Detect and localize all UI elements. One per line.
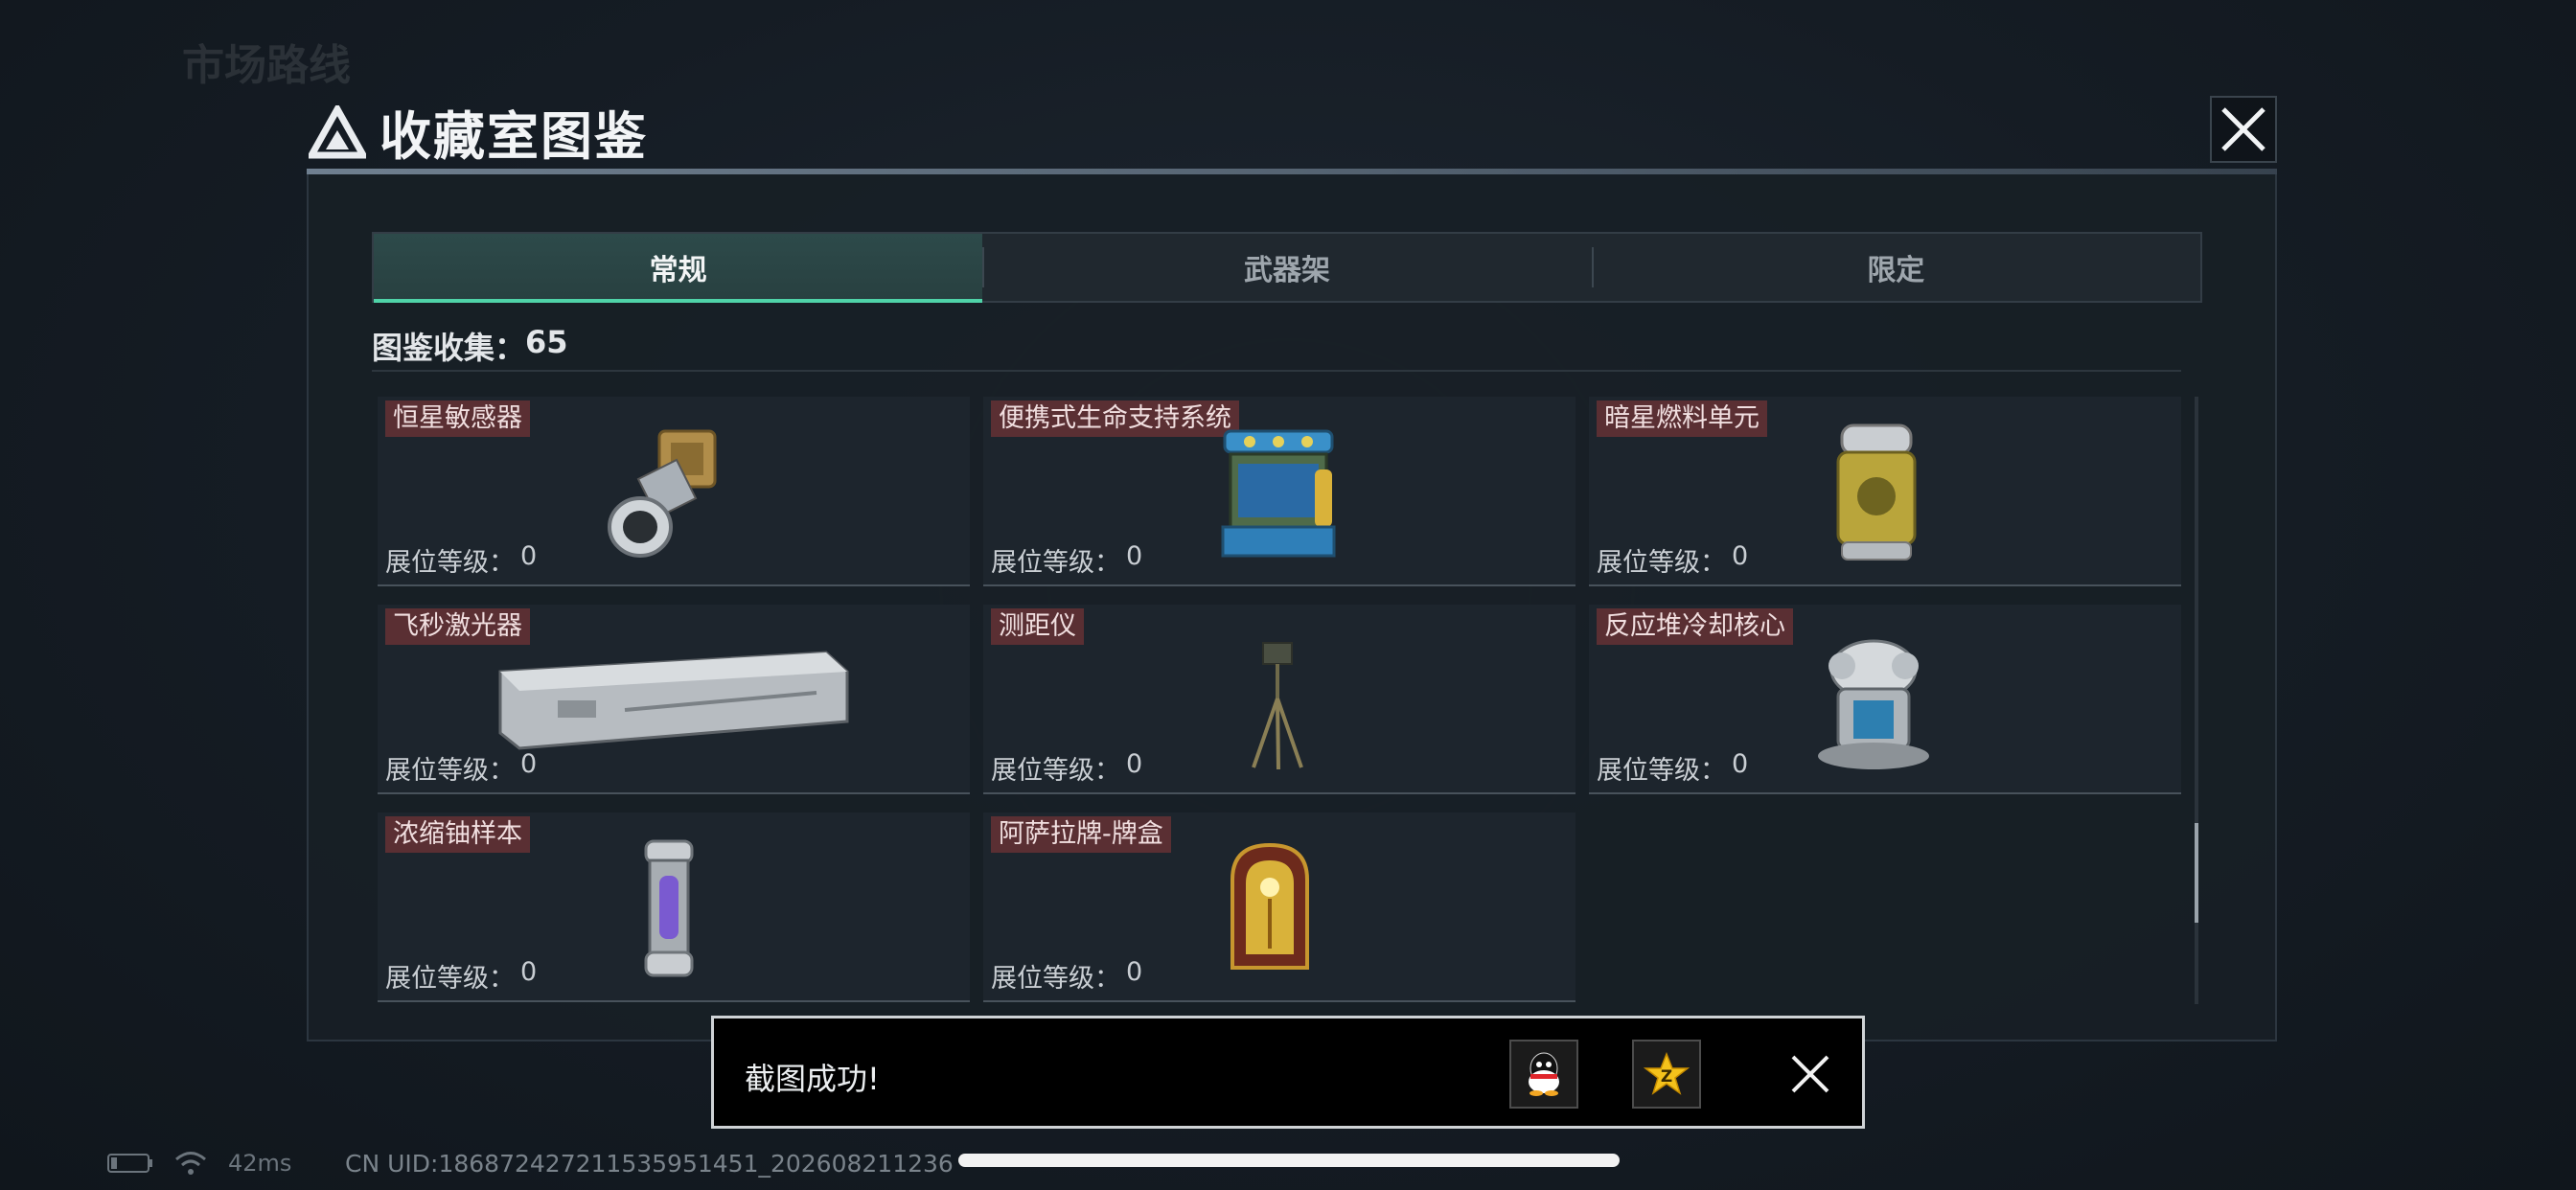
tab-weapon-rack[interactable]: 武器架 [982, 234, 1591, 301]
item-name: 暗星燃料单元 [1597, 400, 1767, 437]
booth-level-label: 展位等级： [991, 756, 1120, 786]
item-card[interactable]: 阿萨拉牌-牌盒 展位等级： 0 [983, 812, 1576, 1002]
booth-level-value: 0 [1126, 541, 1143, 571]
booth-level-label: 展位等级： [385, 964, 515, 994]
collection-summary: 图鉴收集： 65 [372, 324, 568, 368]
qzone-icon: Z [1644, 1052, 1690, 1095]
item-name: 阿萨拉牌-牌盒 [991, 816, 1171, 853]
toast-close-button[interactable] [1785, 1049, 1835, 1099]
close-modal-button[interactable] [2210, 96, 2277, 163]
card-box-icon [1230, 842, 1309, 970]
booth-level: 展位等级： 0 [385, 749, 537, 787]
item-name: 恒星敏感器 [385, 400, 530, 437]
scrollbar-thumb[interactable] [2195, 823, 2198, 923]
modal-title: 收藏室图鉴 [380, 106, 648, 167]
player-uid: CN UID:1868724272115359514⁠51_2026082112… [345, 1150, 954, 1178]
booth-level: 展位等级： 0 [991, 541, 1142, 579]
screen: 市场路线 收藏室图鉴 常规 武器架 限定 图鉴收集： 65 恒星敏感器 展位等级… [0, 0, 2576, 1190]
title-divider [307, 169, 2277, 174]
close-icon [1791, 1055, 1829, 1093]
uranium-sample-icon [644, 839, 694, 977]
item-name: 反应堆冷却核心 [1597, 608, 1793, 645]
item-card[interactable]: 飞秒激光器 展位等级： 0 [378, 605, 970, 794]
booth-level-label: 展位等级： [385, 548, 515, 578]
qq-icon [1529, 1052, 1559, 1096]
reactor-core-icon [1818, 639, 1929, 769]
grid-scrollbar[interactable] [2195, 397, 2198, 1004]
screenshot-toast: 截图成功! Z [711, 1016, 1865, 1129]
toast-message: 截图成功! [745, 1061, 880, 1097]
home-indicator[interactable] [958, 1154, 1620, 1167]
item-name: 测距仪 [991, 608, 1084, 645]
ping-value: 42ms [228, 1150, 292, 1177]
rangefinder-icon [1252, 642, 1303, 770]
booth-level: 展位等级： 0 [991, 749, 1142, 787]
wifi-icon [175, 1152, 206, 1175]
delta-logo-icon [309, 104, 366, 158]
collection-label: 图鉴收集： [372, 330, 526, 366]
star-sensor-icon [608, 429, 717, 558]
category-tabs: 常规 武器架 限定 [372, 232, 2202, 303]
booth-level-label: 展位等级： [385, 756, 515, 786]
item-name: 浓缩铀样本 [385, 816, 530, 853]
booth-level: 展位等级： 0 [991, 957, 1142, 995]
booth-level: 展位等级： 0 [385, 541, 537, 579]
fuel-cell-icon [1836, 423, 1917, 561]
item-card[interactable]: 暗星燃料单元 展位等级： 0 [1589, 397, 2181, 586]
share-qq-button[interactable] [1509, 1040, 1578, 1109]
life-support-icon [1221, 429, 1336, 558]
item-card[interactable]: 恒星敏感器 展位等级： 0 [378, 397, 970, 586]
booth-level: 展位等级： 0 [1597, 749, 1748, 787]
booth-level-value: 0 [1732, 541, 1749, 571]
item-card[interactable]: 便携式生命支持系统 展位等级： 0 [983, 397, 1576, 586]
booth-level-value: 0 [520, 541, 538, 571]
battery-icon [107, 1154, 152, 1173]
booth-level-value: 0 [1126, 957, 1143, 987]
tab-regular[interactable]: 常规 [374, 234, 983, 303]
item-card[interactable]: 测距仪 展位等级： 0 [983, 605, 1576, 794]
collection-count: 65 [525, 324, 568, 360]
booth-level-label: 展位等级： [1597, 756, 1726, 786]
share-qzone-button[interactable]: Z [1632, 1040, 1701, 1109]
booth-level-label: 展位等级： [991, 548, 1120, 578]
booth-level: 展位等级： 0 [385, 957, 537, 995]
svg-text:Z: Z [1661, 1067, 1672, 1087]
booth-level: 展位等级： 0 [1597, 541, 1748, 579]
background-hint: 市场路线 [182, 41, 351, 90]
booth-level-value: 0 [1126, 749, 1143, 779]
item-card[interactable]: 浓缩铀样本 展位等级： 0 [378, 812, 970, 1002]
booth-level-value: 0 [520, 749, 538, 779]
item-name: 便携式生命支持系统 [991, 400, 1239, 437]
modal-header: 收藏室图鉴 [309, 94, 648, 170]
close-icon [2210, 96, 2277, 163]
booth-level-value: 0 [1732, 749, 1749, 779]
status-bar: 42ms [107, 1150, 291, 1177]
booth-level-label: 展位等级： [991, 964, 1120, 994]
summary-divider [372, 370, 2181, 372]
booth-level-value: 0 [520, 957, 538, 987]
booth-level-label: 展位等级： [1597, 548, 1726, 578]
tab-limited[interactable]: 限定 [1591, 234, 2200, 301]
femtosecond-laser-icon [498, 651, 849, 750]
item-card[interactable]: 反应堆冷却核心 展位等级： 0 [1589, 605, 2181, 794]
